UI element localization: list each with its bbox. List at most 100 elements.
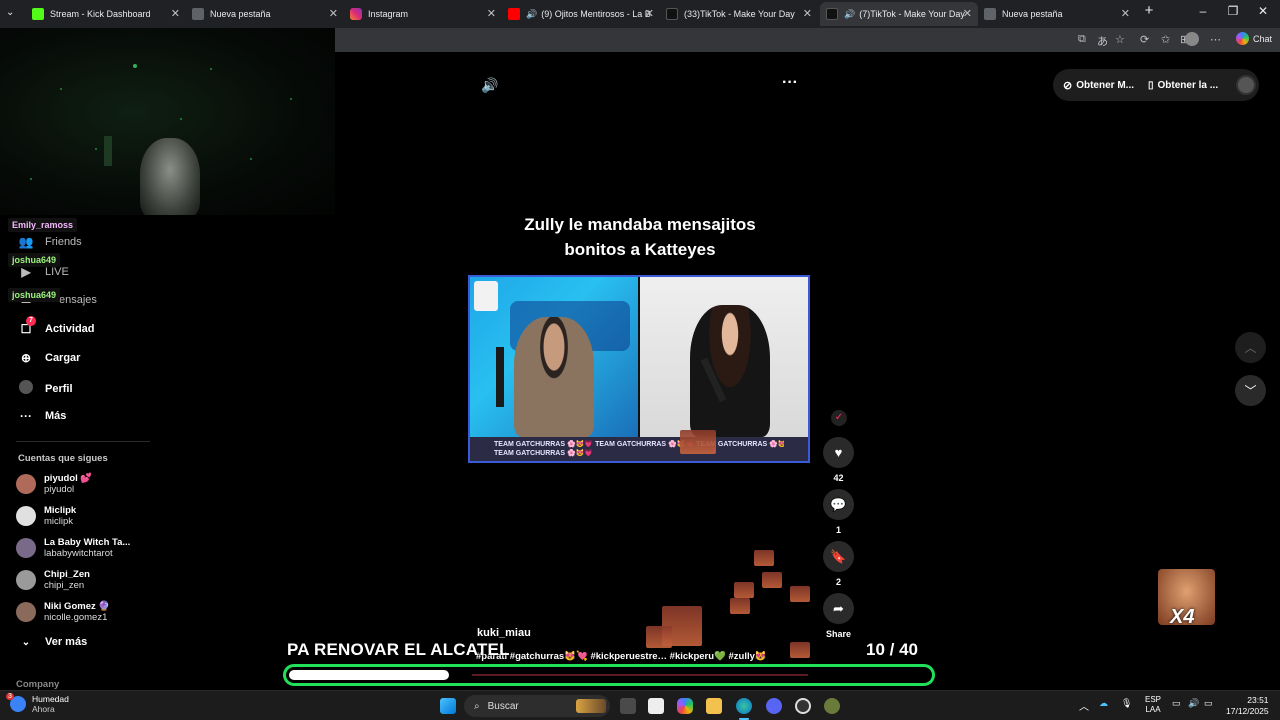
close-icon[interactable]: ✕ xyxy=(803,7,812,20)
network-icon[interactable]: ▭ xyxy=(1172,698,1181,709)
search-placeholder: Buscar xyxy=(487,700,519,712)
share-button[interactable]: ➦ xyxy=(823,593,854,624)
sidebar-item-upload[interactable]: ⊕ Cargar xyxy=(18,351,81,365)
close-window-button[interactable]: ✕ xyxy=(1253,4,1273,18)
video-hashtags[interactable]: #parati #gatchurras😻💘 #kickperuestre… #k… xyxy=(476,651,767,662)
tab-instagram[interactable]: Instagram ✕ xyxy=(344,2,502,26)
app-icon[interactable] xyxy=(824,698,840,714)
sidebar-item-friends[interactable]: 👥 Friends xyxy=(18,235,82,249)
emote-sticker xyxy=(790,586,810,602)
tab-kick-dashboard[interactable]: Stream - Kick Dashboard ✕ xyxy=(26,2,186,26)
close-icon[interactable]: ✕ xyxy=(645,7,654,20)
followed-account[interactable]: La Baby Witch Ta... lababywitchtarot xyxy=(16,537,130,559)
microphone-icon[interactable]: 🎙 xyxy=(1121,698,1132,709)
video-player[interactable]: TEAM GATCHURRAS 🌸😻💗 TEAM GATCHURRAS 🌸😻💗 … xyxy=(468,275,810,463)
tab-label: (7)TikTok - Make Your Day xyxy=(859,9,965,19)
more-dots-icon: ··· xyxy=(20,409,32,423)
extensions-icon[interactable]: ⟳ xyxy=(1140,33,1149,46)
weather-icon: 3 xyxy=(6,693,26,712)
get-app-button[interactable]: ▯ Obtener la ... xyxy=(1148,80,1218,91)
save-button[interactable]: 🔖 xyxy=(823,541,854,572)
emote-sticker xyxy=(754,550,774,566)
tab-new-tab-2[interactable]: Nueva pestaña ✕ xyxy=(978,2,1136,26)
edge-icon[interactable] xyxy=(736,698,752,714)
sidebar-item-live[interactable]: ▶ LIVE xyxy=(18,265,68,279)
more-options-icon[interactable]: ··· xyxy=(782,74,798,92)
volume-icon[interactable]: 🔊 xyxy=(481,77,498,94)
copilot-chat-button[interactable]: Chat xyxy=(1235,32,1272,45)
windows-start-icon[interactable] xyxy=(440,698,456,714)
microphone xyxy=(496,347,504,407)
goal-progress-bar xyxy=(283,664,935,686)
new-tab-button[interactable]: + xyxy=(1139,2,1159,19)
show-hidden-icons[interactable]: ︿ xyxy=(1079,698,1089,713)
speaker-icon[interactable]: 🔊 xyxy=(526,9,537,20)
favorite-star-icon[interactable]: ☆ xyxy=(1115,33,1125,46)
next-video-button[interactable]: ﹀ xyxy=(1235,375,1266,406)
clock[interactable]: 23:51 17/12/2025 xyxy=(1226,695,1269,717)
followed-account[interactable]: Niki Gomez 🔮 nicolle.gomez1 xyxy=(16,601,110,623)
favorites-icon[interactable]: ✩ xyxy=(1161,33,1170,46)
task-view-icon[interactable] xyxy=(620,698,636,714)
onedrive-icon[interactable]: ☁ xyxy=(1099,698,1108,709)
weather-badge: 3 xyxy=(6,693,14,700)
open-in-app-icon[interactable]: ⧉ xyxy=(1078,33,1086,46)
close-icon[interactable]: ✕ xyxy=(329,7,338,20)
weather-widget[interactable]: 3 Humedad Ahora xyxy=(6,693,69,714)
sidebar-item-label: Más xyxy=(45,410,67,422)
sidebar-item-activity[interactable]: ☐ 7 Actividad xyxy=(18,316,95,336)
date: 17/12/2025 xyxy=(1226,706,1269,716)
kick-icon xyxy=(32,8,44,20)
followed-account[interactable]: Chipi_Zen chipi_zen xyxy=(16,569,90,591)
speaker-icon[interactable]: 🔊 xyxy=(844,9,855,20)
like-button[interactable]: ♥ xyxy=(823,437,854,468)
tiktok-icon xyxy=(666,8,678,20)
close-icon[interactable]: ✕ xyxy=(1121,7,1130,20)
tab-tiktok-7[interactable]: 🔊 (7)TikTok - Make Your Day ✕ xyxy=(820,2,978,26)
copilot-app-icon[interactable] xyxy=(677,698,693,714)
taskbar-search[interactable]: ⌕ Buscar xyxy=(464,695,610,717)
followed-account[interactable]: Miclipk miclipk xyxy=(16,505,76,527)
see-more-link[interactable]: ⌄ Ver más xyxy=(18,636,87,648)
share-icon: ➦ xyxy=(833,600,844,616)
multiplier-label: X4 xyxy=(1170,606,1195,628)
battery-icon[interactable]: ▭ xyxy=(1204,698,1213,709)
windows-taskbar: 3 Humedad Ahora ⌕ Buscar ︿ ☁ 🎙 ESP LAA ▭… xyxy=(0,690,1280,720)
more-options-icon[interactable]: ⋯ xyxy=(1210,33,1221,46)
coin-icon: ⊘ xyxy=(1063,79,1073,92)
minimize-button[interactable]: – xyxy=(1193,4,1213,18)
close-icon[interactable]: ✕ xyxy=(487,7,496,20)
chevron-down-icon: ⌄ xyxy=(21,636,31,648)
follow-check-icon[interactable]: ✓ xyxy=(831,410,847,426)
close-icon[interactable]: ✕ xyxy=(963,7,972,20)
obs-icon[interactable] xyxy=(795,698,811,714)
store-icon[interactable] xyxy=(648,698,664,714)
followed-account[interactable]: piyudol 💕 piyudol xyxy=(16,473,92,495)
close-icon[interactable]: ✕ xyxy=(171,7,180,20)
tab-youtube[interactable]: 🔊 (9) Ojitos Mentirosos - La Bel ✕ xyxy=(502,2,660,26)
tab-tiktok-33[interactable]: (33)TikTok - Make Your Day ✕ xyxy=(660,2,818,26)
guest-figure xyxy=(690,305,770,437)
avatar xyxy=(16,602,36,622)
emote-sticker xyxy=(680,430,716,454)
language-indicator[interactable]: ESP LAA xyxy=(1145,695,1161,715)
profile-avatar[interactable] xyxy=(1185,32,1199,46)
maximize-button[interactable]: ❐ xyxy=(1223,4,1243,18)
comment-button[interactable]: 💬 xyxy=(823,489,854,520)
video-author[interactable]: kuki_miau xyxy=(477,627,531,639)
volume-icon[interactable]: 🔊 xyxy=(1188,698,1199,709)
discord-icon[interactable] xyxy=(766,698,782,714)
tab-label: Nueva pestaña xyxy=(210,9,271,19)
sidebar-item-profile[interactable]: Perfil xyxy=(18,380,73,397)
previous-video-button[interactable]: ︿ xyxy=(1235,332,1266,363)
profile-avatar[interactable] xyxy=(1236,75,1257,95)
tiktok-sidebar: 👥 Friends ▶ LIVE ✉ ensajes Emily_ramoss … xyxy=(0,215,165,690)
live-icon: ▶ xyxy=(21,265,31,279)
tab-actions-menu[interactable]: ⌄ xyxy=(6,7,14,18)
file-explorer-icon[interactable] xyxy=(706,698,722,714)
get-coins-button[interactable]: ⊘ Obtener M... xyxy=(1063,79,1134,92)
webcam-person-silhouette xyxy=(140,138,200,215)
tab-new-tab[interactable]: Nueva pestaña ✕ xyxy=(186,2,344,26)
translate-icon[interactable]: あ xyxy=(1097,33,1108,49)
sidebar-item-more[interactable]: ··· Más xyxy=(18,409,66,423)
